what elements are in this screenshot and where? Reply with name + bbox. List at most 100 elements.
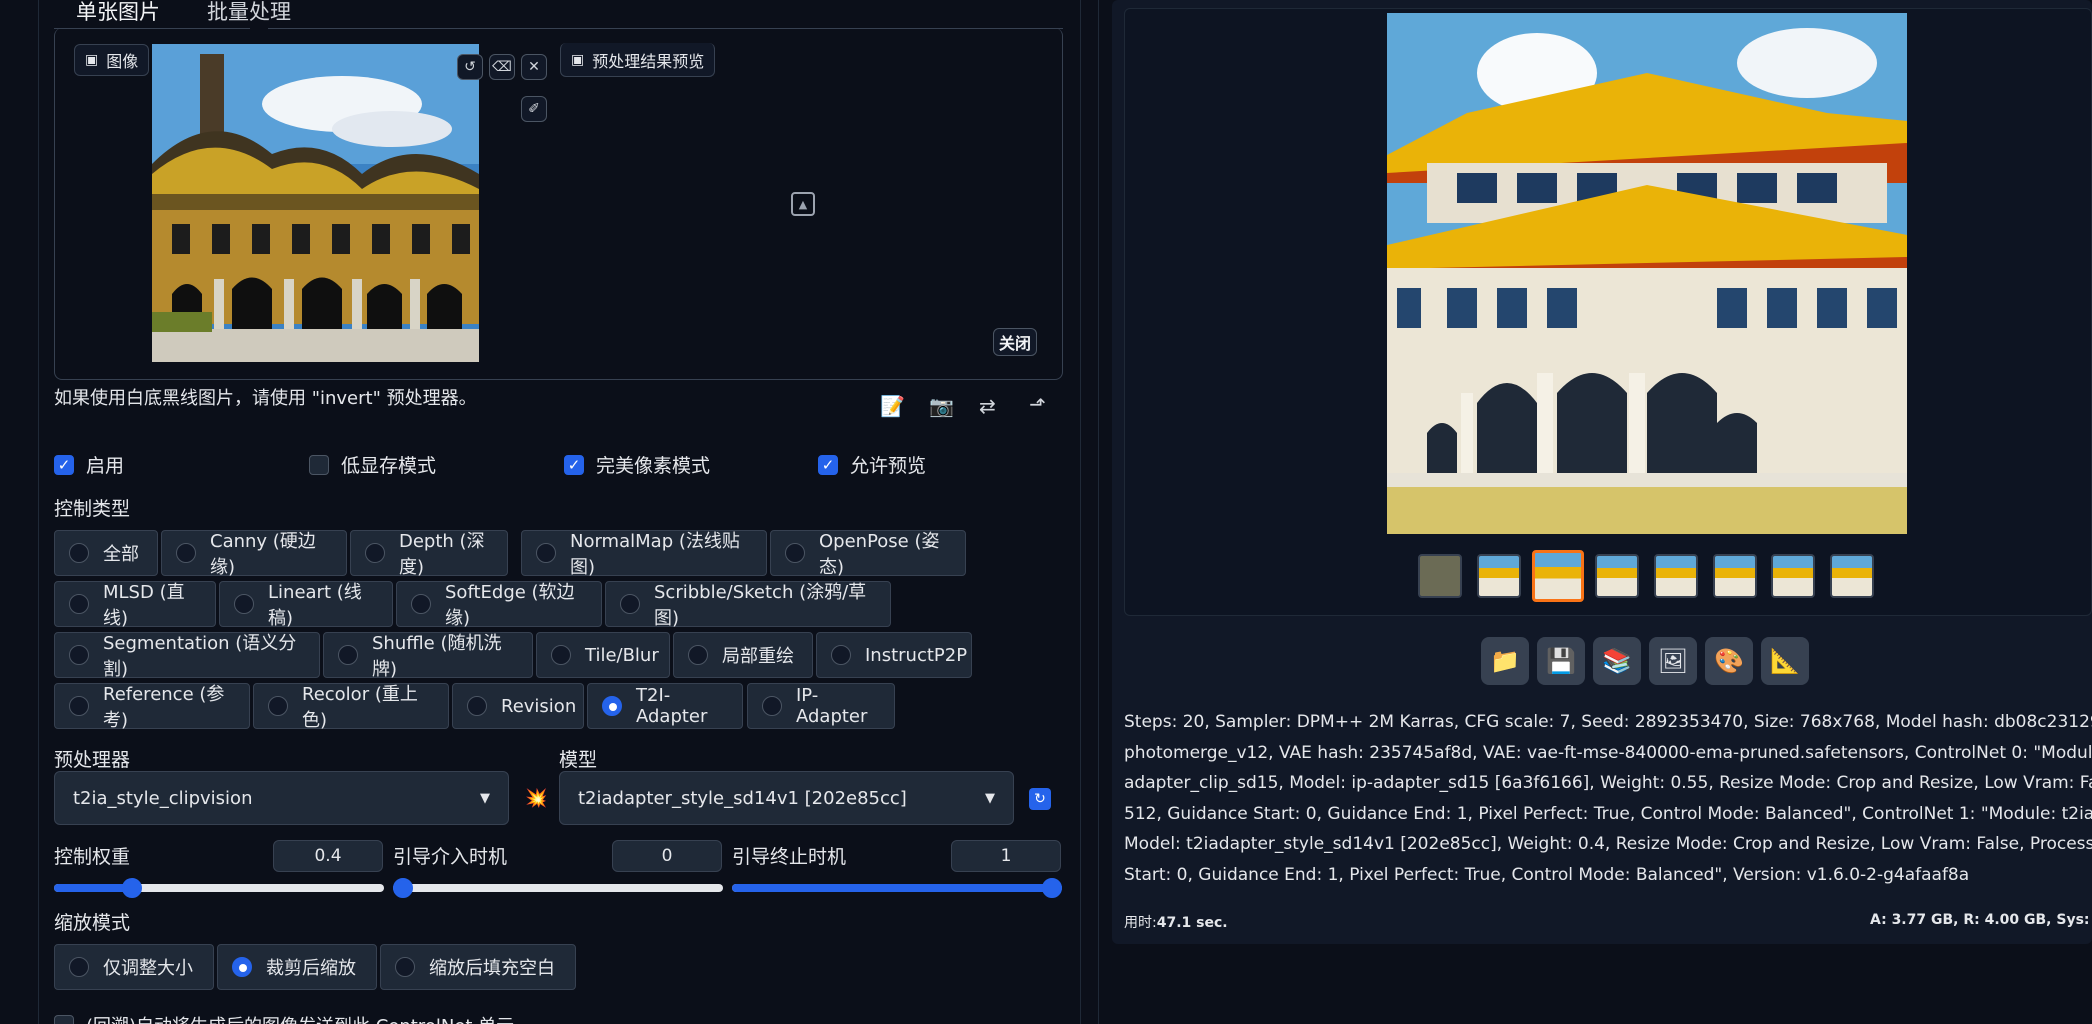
slider-thumb[interactable]	[393, 878, 413, 898]
slider-thumb[interactable]	[1042, 878, 1062, 898]
control-type-option[interactable]: IP-Adapter	[747, 683, 895, 729]
gallery-thumb-selected[interactable]	[1532, 550, 1584, 602]
brush-icon: ✐	[528, 101, 540, 117]
control-type-option[interactable]: 全部	[54, 530, 158, 576]
swap-icon[interactable]: ⇄	[979, 394, 996, 418]
gallery-thumb[interactable]	[1771, 554, 1815, 598]
close-preview-button[interactable]: 关闭	[993, 328, 1037, 356]
checkbox-empty	[309, 454, 329, 475]
image-icon: ▣	[571, 51, 585, 68]
control-type-option[interactable]: Canny (硬边缘)	[161, 530, 347, 578]
time-taken: 用时:47.1 sec.	[1124, 915, 1228, 931]
control-type-option[interactable]: InstructP2P	[816, 632, 972, 678]
run-preprocessor-icon[interactable]: 💥	[525, 788, 547, 809]
gallery-thumb[interactable]	[1418, 554, 1462, 598]
start-slider[interactable]	[393, 878, 723, 898]
slider-thumb[interactable]	[122, 878, 142, 898]
output-building-illustration	[1387, 13, 1907, 534]
end-slider[interactable]	[732, 878, 1062, 898]
info-line: Steps: 20, Sampler: DPM++ 2M Karras, CFG…	[1124, 712, 2092, 732]
tab-batch[interactable]: 批量处理	[207, 0, 291, 26]
preprocessor-select[interactable]: t2ia_style_clipvision ▼	[54, 771, 509, 825]
input-image[interactable]	[152, 44, 479, 362]
send-dimensions-icon[interactable]: ⬏	[1029, 392, 1046, 416]
resize-mode-option[interactable]: 仅调整大小	[54, 944, 214, 990]
refresh-models-button[interactable]: ↻	[1029, 788, 1051, 810]
control-type-option[interactable]: Shuffle (随机洗牌)	[323, 632, 533, 680]
clear-image-button[interactable]: ✕	[521, 54, 547, 80]
gallery-thumb[interactable]	[1477, 554, 1521, 598]
control-type-option[interactable]: Lineart (线稿)	[219, 581, 393, 629]
end-input[interactable]: 1	[951, 840, 1061, 872]
control-type-option[interactable]: Segmentation (语义分割)	[54, 632, 320, 680]
notepad-icon[interactable]: 📝	[880, 394, 905, 418]
control-type-option[interactable]: NormalMap (法线贴图)	[521, 530, 767, 578]
zip-icon: 📚	[1602, 647, 1632, 675]
resize-mode-option-selected[interactable]: 裁剪后缩放	[217, 944, 377, 990]
save-button[interactable]: 💾	[1537, 637, 1585, 685]
control-type-option[interactable]: MLSD (直线)	[54, 581, 216, 629]
preview-label: ▣ 预处理结果预览	[560, 43, 716, 77]
image-label: ▣ 图像	[74, 44, 150, 76]
gallery-thumb[interactable]	[1595, 554, 1639, 598]
empty-preview-icon: ▲	[791, 192, 815, 216]
resize-mode-label: 缩放模式	[54, 912, 131, 934]
control-type-option[interactable]: 局部重绘	[673, 632, 813, 678]
control-type-option-selected[interactable]: T2I-Adapter	[587, 683, 743, 729]
send-to-extras-button[interactable]: 📐	[1761, 637, 1809, 685]
info-line: adapter_clip_sd15, Model: ip-adapter_sd1…	[1124, 773, 2092, 793]
control-type-option[interactable]: Depth (深度)	[350, 530, 508, 578]
ruler-icon: 📐	[1770, 647, 1800, 675]
vram-stats: A: 3.77 GB, R: 4.00 GB, Sys: 5.1/12 GB	[1870, 912, 2092, 928]
generation-info: Steps: 20, Sampler: DPM++ 2M Karras, CFG…	[1124, 707, 2092, 890]
send-to-img2img-button[interactable]: 🖼	[1649, 637, 1697, 685]
open-folder-button[interactable]: 📁	[1481, 637, 1529, 685]
info-line: Start: 0, Guidance End: 1, Pixel Perfect…	[1124, 864, 1970, 885]
invert-note: 如果使用白底黑线图片，请使用 "invert" 预处理器。	[54, 388, 477, 409]
weight-input[interactable]: 0.4	[273, 840, 383, 872]
image-icon: 🖼	[1657, 647, 1689, 675]
control-type-option[interactable]: Scribble/Sketch (涂鸦/草图)	[605, 581, 891, 629]
weight-label: 控制权重	[54, 846, 131, 868]
checkbox-empty	[54, 1015, 74, 1024]
control-type-option[interactable]: Recolor (重上色)	[253, 683, 449, 731]
refresh-icon: ↻	[1034, 791, 1046, 807]
camera-icon[interactable]: 📷	[929, 394, 954, 418]
tab-single-image[interactable]: 单张图片	[76, 0, 160, 26]
control-type-option[interactable]: OpenPose (姿态)	[770, 530, 966, 578]
palette-icon: 🎨	[1714, 647, 1744, 675]
control-type-option[interactable]: SoftEdge (软边缘)	[396, 581, 602, 629]
control-type-option[interactable]: Tile/Blur	[536, 632, 670, 678]
erase-button[interactable]: ⌫	[489, 54, 515, 80]
output-image[interactable]	[1387, 13, 1907, 534]
control-type-option[interactable]: Revision	[452, 683, 584, 729]
chevron-down-icon: ▼	[480, 790, 490, 806]
start-label: 引导介入时机	[393, 846, 508, 868]
undo-button[interactable]: ↺	[457, 54, 483, 80]
model-select[interactable]: t2iadapter_style_sd14v1 [202e85cc] ▼	[559, 771, 1014, 825]
gallery-thumb[interactable]	[1654, 554, 1698, 598]
brush-button[interactable]: ✐	[521, 96, 547, 122]
low-vram-checkbox[interactable]: 低显存模式	[309, 451, 436, 478]
allow-preview-checkbox[interactable]: ✓ 允许预览	[818, 451, 926, 478]
pixel-perfect-checkbox[interactable]: ✓ 完美像素模式	[564, 451, 710, 478]
chevron-down-icon: ▼	[985, 790, 995, 806]
zip-button[interactable]: 📚	[1593, 637, 1641, 685]
check-icon: ✓	[564, 454, 584, 475]
weight-slider[interactable]	[54, 878, 384, 898]
end-label: 引导终止时机	[732, 846, 847, 868]
loopback-checkbox[interactable]: (回溯)自动将生成后的图像发送到此 ControlNet 单元	[54, 1012, 514, 1024]
send-to-inpaint-button[interactable]: 🎨	[1705, 637, 1753, 685]
control-type-option[interactable]: Reference (参考)	[54, 683, 250, 731]
image-icon: ▣	[85, 52, 99, 68]
enable-checkbox[interactable]: ✓ 启用	[54, 451, 124, 478]
info-line: photomerge_v12, VAE hash: 235745af8d, VA…	[1124, 742, 2092, 763]
check-icon: ✓	[54, 454, 74, 475]
resize-mode-option[interactable]: 缩放后填充空白	[380, 944, 576, 990]
gallery-thumb[interactable]	[1830, 554, 1874, 598]
control-type-label: 控制类型	[54, 498, 131, 520]
preprocessor-label: 预处理器	[54, 749, 131, 771]
folder-icon: 📁	[1490, 647, 1520, 675]
gallery-thumb[interactable]	[1713, 554, 1757, 598]
start-input[interactable]: 0	[612, 840, 722, 872]
